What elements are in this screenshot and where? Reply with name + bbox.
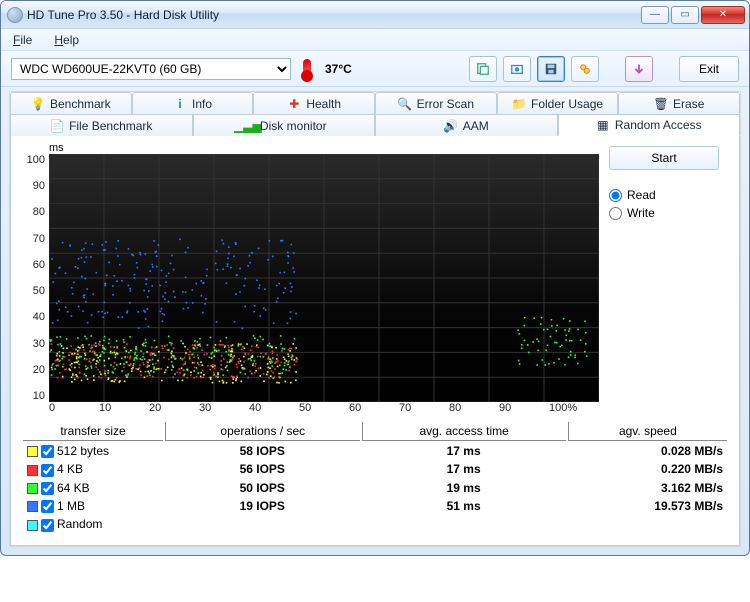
y-axis-label: ms bbox=[49, 142, 599, 154]
tab-errorscan[interactable]: 🔍Error Scan bbox=[375, 92, 497, 114]
table-row: 1 MB 19 IOPS 51 ms 19.573 MB/s bbox=[23, 498, 727, 514]
col-access: avg. access time bbox=[362, 422, 566, 441]
row-access: 17 ms bbox=[362, 443, 566, 459]
row-speed: 19.573 MB/s bbox=[568, 498, 727, 514]
random-access-panel: ms 100 90 80 70 60 50 40 30 20 10 bbox=[10, 136, 740, 546]
drive-select[interactable]: WDC WD600UE-22KVT0 (60 GB) bbox=[11, 58, 291, 80]
row-speed: 0.028 MB/s bbox=[568, 443, 727, 459]
settings-button[interactable] bbox=[571, 56, 599, 82]
tab-diskmonitor[interactable]: ▁▃▅Disk monitor bbox=[193, 114, 376, 136]
row-speed bbox=[568, 516, 727, 532]
app-window: HD Tune Pro 3.50 - Hard Disk Utility — ▭… bbox=[0, 0, 750, 556]
row-access: 17 ms bbox=[362, 461, 566, 477]
titlebar: HD Tune Pro 3.50 - Hard Disk Utility — ▭… bbox=[1, 1, 749, 29]
row-checkbox[interactable] bbox=[41, 519, 54, 532]
y-ticks: 100 90 80 70 60 50 40 30 20 10 bbox=[21, 154, 49, 402]
tab-aam[interactable]: 🔊AAM bbox=[375, 114, 558, 136]
row-access bbox=[362, 516, 566, 532]
row-ops: 56 IOPS bbox=[165, 461, 360, 477]
scatter-plot bbox=[49, 154, 599, 402]
folder-icon: 📁 bbox=[512, 97, 526, 111]
magnifier-icon: 🔍 bbox=[398, 97, 412, 111]
col-ops: operations / sec bbox=[165, 422, 360, 441]
start-button[interactable]: Start bbox=[609, 146, 719, 170]
toolbar: WDC WD600UE-22KVT0 (60 GB) 37°C Exit bbox=[1, 51, 749, 87]
col-transfersize: transfer size bbox=[23, 422, 163, 441]
row-ops: 50 IOPS bbox=[165, 480, 360, 496]
color-swatch bbox=[27, 446, 38, 457]
close-button[interactable]: ✕ bbox=[701, 6, 745, 24]
app-icon bbox=[7, 7, 23, 23]
row-speed: 3.162 MB/s bbox=[568, 480, 727, 496]
col-speed: agv. speed bbox=[568, 422, 727, 441]
speaker-icon: 🔊 bbox=[444, 119, 458, 133]
color-swatch bbox=[27, 520, 38, 531]
row-ops: 58 IOPS bbox=[165, 443, 360, 459]
row-checkbox[interactable] bbox=[41, 482, 54, 495]
table-row: 4 KB 56 IOPS 17 ms 0.220 MB/s bbox=[23, 461, 727, 477]
health-icon: ✚ bbox=[287, 97, 301, 111]
tab-health[interactable]: ✚Health bbox=[253, 92, 375, 114]
row-size: Random bbox=[57, 517, 102, 531]
tab-filebenchmark[interactable]: 📄File Benchmark bbox=[10, 114, 193, 136]
info-icon: i bbox=[173, 97, 187, 111]
tab-benchmark[interactable]: 💡Benchmark bbox=[10, 92, 132, 114]
minimize-button[interactable]: — bbox=[641, 6, 669, 24]
window-title: HD Tune Pro 3.50 - Hard Disk Utility bbox=[23, 8, 641, 22]
lightbulb-icon: 💡 bbox=[31, 97, 45, 111]
read-radio[interactable]: Read bbox=[609, 188, 729, 202]
color-swatch bbox=[27, 483, 38, 494]
file-icon: 📄 bbox=[50, 119, 64, 133]
maximize-button[interactable]: ▭ bbox=[671, 6, 699, 24]
screenshot-button[interactable] bbox=[503, 56, 531, 82]
temperature-value: 37°C bbox=[325, 62, 352, 76]
save-button[interactable] bbox=[537, 56, 565, 82]
trash-icon: 🗑 bbox=[654, 97, 668, 111]
tab-bar: 💡Benchmark iInfo ✚Health 🔍Error Scan 📁Fo… bbox=[10, 92, 740, 136]
barchart-icon: ▁▃▅ bbox=[241, 119, 255, 133]
row-checkbox[interactable] bbox=[41, 464, 54, 477]
window-buttons: — ▭ ✕ bbox=[641, 6, 745, 24]
color-swatch bbox=[27, 465, 38, 476]
row-size: 512 bytes bbox=[57, 444, 109, 458]
row-access: 51 ms bbox=[362, 498, 566, 514]
random-icon: ▦ bbox=[596, 118, 610, 132]
content-area: 💡Benchmark iInfo ✚Health 🔍Error Scan 📁Fo… bbox=[9, 91, 741, 547]
row-size: 4 KB bbox=[57, 462, 83, 476]
copy-info-button[interactable] bbox=[469, 56, 497, 82]
row-size: 64 KB bbox=[57, 481, 90, 495]
write-radio[interactable]: Write bbox=[609, 206, 729, 220]
menubar: File Help bbox=[1, 29, 749, 51]
row-access: 19 ms bbox=[362, 480, 566, 496]
menu-help[interactable]: Help bbox=[50, 31, 83, 49]
menu-file[interactable]: File bbox=[9, 31, 36, 49]
tab-randomaccess[interactable]: ▦Random Access bbox=[558, 114, 741, 136]
row-checkbox[interactable] bbox=[41, 500, 54, 513]
row-checkbox[interactable] bbox=[41, 445, 54, 458]
results-table: transfer size operations / sec avg. acce… bbox=[21, 420, 729, 535]
table-row: Random bbox=[23, 516, 727, 532]
table-row: 512 bytes 58 IOPS 17 ms 0.028 MB/s bbox=[23, 443, 727, 459]
tab-erase[interactable]: 🗑Erase bbox=[618, 92, 740, 114]
exit-button[interactable]: Exit bbox=[679, 56, 739, 82]
table-row: 64 KB 50 IOPS 19 ms 3.162 MB/s bbox=[23, 480, 727, 496]
side-controls: Start Read Write bbox=[609, 142, 729, 414]
thermometer-icon bbox=[303, 59, 311, 79]
tab-info[interactable]: iInfo bbox=[132, 92, 254, 114]
x-ticks: 0102030405060708090100% bbox=[49, 402, 599, 414]
row-ops: 19 IOPS bbox=[165, 498, 360, 514]
row-speed: 0.220 MB/s bbox=[568, 461, 727, 477]
row-size: 1 MB bbox=[57, 499, 85, 513]
row-ops bbox=[165, 516, 360, 532]
color-swatch bbox=[27, 501, 38, 512]
tab-folderusage[interactable]: 📁Folder Usage bbox=[497, 92, 619, 114]
down-button[interactable] bbox=[625, 56, 653, 82]
